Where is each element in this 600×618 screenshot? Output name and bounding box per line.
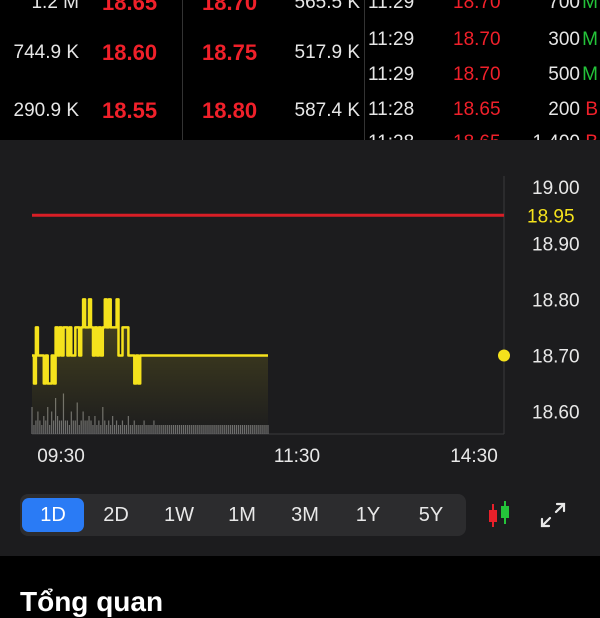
trade-row[interactable]: 11:29 18.70 300 M: [368, 25, 600, 55]
expand-icon: [540, 502, 566, 528]
trade-side: M: [582, 0, 598, 13]
candlestick-toggle-button[interactable]: [482, 498, 516, 532]
price-area-fill: [32, 299, 268, 434]
period-tab-1d[interactable]: 1D: [22, 498, 84, 532]
trade-price: 18.70: [453, 64, 501, 85]
overview-section: Tổng quan: [0, 556, 600, 617]
trade-time: 11:28: [368, 99, 415, 120]
trade-row[interactable]: 11:29 18.70 700 M: [368, 0, 600, 18]
period-tab-1y[interactable]: 1Y: [337, 498, 399, 532]
trade-time: 11:29: [368, 29, 415, 50]
x-tick-label: 09:30: [37, 446, 85, 467]
ask-price: 18.75: [202, 40, 258, 65]
x-tick-label: 14:30: [450, 446, 498, 467]
trade-side: M: [582, 29, 598, 50]
fullscreen-button[interactable]: [536, 498, 570, 532]
trade-quantity: 700: [548, 0, 580, 13]
x-axis-ticks: 09:30 11:30 14:30: [37, 446, 498, 467]
trade-side: M: [582, 64, 598, 85]
reference-price-label: 18.95: [527, 206, 575, 227]
bid-volume: 744.9 K: [13, 42, 80, 63]
trade-row[interactable]: 11:28 18.65 200 B: [368, 95, 600, 125]
ask-price: 18.70: [202, 0, 258, 15]
trade-quantity: 500: [548, 64, 580, 85]
ask-price: 18.80: [202, 98, 258, 123]
bid-price: 18.65: [102, 0, 158, 15]
y-tick-label: 18.60: [532, 403, 580, 424]
trade-price: 18.70: [453, 29, 501, 50]
last-price-marker: [498, 349, 510, 362]
period-tab-2d[interactable]: 2D: [85, 498, 147, 532]
y-tick-label: 18.80: [532, 290, 580, 311]
column-divider: [364, 0, 365, 140]
column-divider: [182, 0, 183, 140]
y-tick-label: 18.70: [532, 346, 580, 367]
section-title: Tổng quan: [20, 586, 164, 617]
trade-time: 11:29: [368, 0, 415, 13]
bid-price: 18.55: [102, 98, 158, 123]
price-chart-panel: 19.00 18.90 18.80 18.70 18.60 18.95 09:30 11:…: [0, 140, 600, 556]
trade-price: 18.65: [453, 99, 501, 120]
trade-quantity: 200: [548, 99, 580, 120]
trade-price: 18.70: [453, 0, 501, 13]
period-tab-3m[interactable]: 3M: [274, 498, 336, 532]
period-selector: 1D 2D 1W 1M 3M 1Y 5Y: [20, 494, 466, 536]
ask-volume: 565.5 K: [294, 0, 361, 13]
y-tick-label: 19.00: [532, 178, 580, 199]
ask-volume: 587.4 K: [294, 100, 361, 121]
bid-volume: 290.9 K: [13, 100, 80, 121]
period-tab-1w[interactable]: 1W: [148, 498, 210, 532]
y-tick-label: 18.90: [532, 234, 580, 255]
trade-quantity: 300: [548, 29, 580, 50]
bid-volume: 1.2 M: [31, 0, 79, 13]
ask-volume: 517.9 K: [294, 42, 361, 63]
x-tick-label: 11:30: [274, 446, 320, 467]
trade-time: 11:29: [368, 64, 415, 85]
candlestick-icon: [489, 501, 509, 527]
trade-side: B: [585, 99, 598, 120]
trade-row[interactable]: 11:29 18.70 500 M: [368, 60, 600, 90]
period-tab-1m[interactable]: 1M: [211, 498, 273, 532]
order-book: 1.2 M 18.65 18.70 565.5 K 744.9 K 18.60 …: [0, 0, 600, 153]
bid-price: 18.60: [102, 40, 158, 65]
period-tab-5y[interactable]: 5Y: [400, 498, 462, 532]
